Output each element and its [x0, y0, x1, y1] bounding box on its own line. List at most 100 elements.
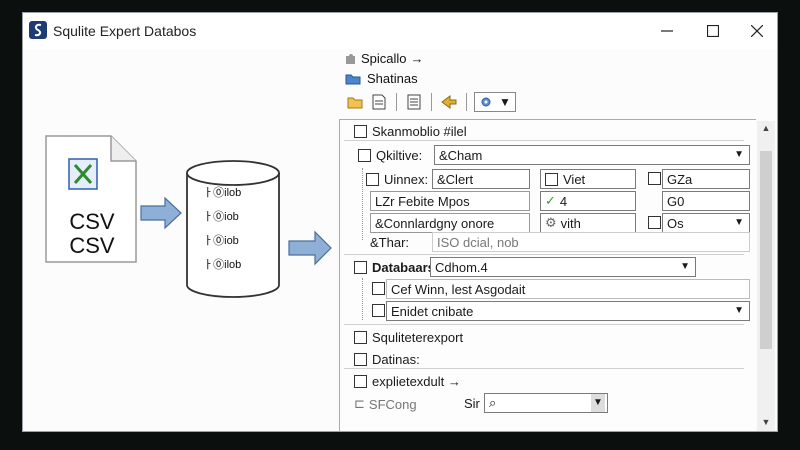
toolbar-separator — [396, 93, 397, 111]
search-icon: ⌕ — [489, 395, 497, 410]
db-row-label: ㅏ⓪ilob — [203, 259, 242, 271]
import-illustration: CSV CSV ㅏ⓪ilob ㅏ⓪iob ㅏ⓪iob ㅏ⓪ilob — [23, 49, 349, 431]
db-row-label: ㅏ⓪iob — [203, 235, 239, 247]
with-value: vith — [560, 215, 581, 231]
giza-field[interactable]: GZa — [662, 169, 750, 189]
output-checkbox[interactable] — [358, 149, 371, 162]
giza-value: GZa — [667, 171, 693, 187]
datinas-checkbox[interactable] — [354, 353, 367, 366]
with-field[interactable]: ⚙ vith — [540, 213, 636, 233]
feb-value: Mpos — [437, 193, 470, 209]
shatinas-label: Shatinas — [367, 71, 418, 86]
g0-value: G0 — [667, 193, 685, 209]
output-select[interactable]: &Cham ▼ — [434, 145, 750, 165]
divider — [344, 368, 744, 369]
minimize-icon — [661, 30, 673, 32]
db-row-label: ㅏ⓪ilob — [203, 187, 242, 199]
sfcong-row: ⊏ SFCong — [354, 396, 417, 412]
union-option[interactable]: Uinnex: — [366, 172, 428, 187]
output-label: Qkiltive: — [376, 148, 423, 163]
spicallo-arrow: → — [410, 51, 424, 66]
connection-field[interactable]: &Connlardgny onore — [370, 213, 530, 233]
export-default-checkbox[interactable] — [354, 375, 367, 388]
squlite-export-checkbox[interactable] — [354, 331, 367, 344]
scroll-down-arrow[interactable]: ▼ — [759, 417, 773, 429]
squlite-export-label: Squliteterexport — [372, 330, 464, 345]
union-label: Uinnex: — [384, 172, 429, 187]
view-value: Viet — [563, 171, 586, 187]
open-folder-button[interactable] — [345, 92, 365, 112]
tree-guide — [362, 278, 363, 320]
header-option[interactable]: Skanmoblio #ilel — [354, 124, 467, 139]
close-icon — [751, 25, 763, 37]
databases-checkbox[interactable] — [354, 261, 367, 274]
maximize-icon — [707, 25, 719, 37]
giza-checkbox[interactable] — [648, 172, 661, 185]
view-checkbox[interactable] — [545, 172, 558, 186]
feb-field[interactable]: LZr Febite Mpos — [370, 191, 530, 211]
list-icon — [407, 94, 421, 110]
options-panel: Skanmoblio #ilel Qkiltive: &Cham ▼ Uinne… — [339, 119, 756, 431]
db-row-label: ㅏ⓪iob — [203, 211, 239, 223]
list-button[interactable] — [404, 92, 424, 112]
output-value: &Cham — [439, 147, 483, 163]
toolbar-separator — [431, 93, 432, 111]
thar-value: ISO dcial, nob — [437, 234, 519, 250]
search-select[interactable]: ⌕ ▼ — [484, 393, 608, 413]
export-default-option[interactable]: explietexdult → — [354, 374, 461, 389]
union-field[interactable]: &Clert — [432, 169, 530, 189]
check-field[interactable]: ✓ 4 — [540, 191, 636, 211]
scroll-up-arrow[interactable]: ▲ — [759, 123, 773, 135]
spicallo-link[interactable]: Spicallo → — [345, 51, 424, 66]
new-document-button[interactable] — [369, 92, 389, 112]
sqlite-logo-icon — [29, 21, 47, 39]
folder-icon — [345, 74, 361, 85]
thar-field[interactable]: ISO dcial, nob — [432, 232, 750, 252]
sir-label: Sir — [464, 396, 480, 411]
chevron-down-icon: ▼ — [734, 149, 744, 160]
vertical-scrollbar[interactable]: ▲ ▼ — [757, 121, 775, 431]
g0-field[interactable]: G0 — [662, 191, 750, 211]
chevron-down-icon: ▼ — [591, 394, 605, 412]
enidet-checkbox[interactable] — [372, 304, 385, 317]
header-label: Skanmoblio #ilel — [372, 124, 467, 139]
datinas-option[interactable]: Datinas: — [354, 352, 420, 367]
chevron-down-icon: ▼ — [734, 305, 744, 316]
enidet-select[interactable]: Enidet cnibate ▼ — [386, 301, 750, 321]
os-checkbox[interactable] — [648, 216, 661, 229]
gear-small-icon: ⚙ — [545, 215, 557, 230]
arrow-right-icon — [288, 230, 332, 266]
divider — [344, 324, 744, 325]
back-button[interactable] — [439, 92, 459, 112]
settings-dropdown[interactable]: ▼ — [474, 92, 516, 112]
thar-row: &Thar: — [370, 235, 409, 250]
output-option[interactable]: Qkiltive: — [358, 148, 422, 163]
puzzle-icon — [346, 53, 355, 64]
divider — [344, 140, 744, 141]
header-checkbox[interactable] — [354, 125, 367, 138]
scrollbar-thumb[interactable] — [760, 151, 772, 349]
chevron-down-icon: ▼ — [680, 261, 690, 272]
export-default-label: explietexdult — [372, 374, 445, 389]
app-window: Squlite Expert Databos CSV CSV ㅏ⓪ilob ㅏ⓪… — [22, 12, 778, 432]
minimize-button[interactable] — [647, 17, 687, 45]
export-default-arrow: → — [447, 374, 461, 389]
databases-select[interactable]: Cdhom.4 ▼ — [430, 257, 696, 277]
check-value: 4 — [559, 193, 568, 209]
union-checkbox[interactable] — [366, 173, 379, 186]
union-value: &Clert — [437, 171, 474, 187]
os-select[interactable]: Os ▼ — [662, 213, 750, 233]
chevron-down-icon: ▼ — [499, 95, 511, 109]
cef-field[interactable]: Cef Winn, lest Asgodait — [386, 279, 750, 299]
shatinas-item[interactable]: Shatinas — [345, 71, 418, 86]
view-field[interactable]: Viet — [540, 169, 636, 189]
databases-option[interactable]: Databaars: — [354, 260, 439, 275]
tree-guide — [362, 168, 363, 240]
back-arrow-icon — [441, 95, 457, 109]
cef-checkbox[interactable] — [372, 282, 385, 295]
gear-icon — [481, 97, 491, 107]
maximize-button[interactable] — [693, 17, 733, 45]
close-button[interactable] — [737, 17, 777, 45]
squlite-export-option[interactable]: Squliteterexport — [354, 330, 463, 345]
feb-label: LZr Febite — [375, 193, 435, 209]
